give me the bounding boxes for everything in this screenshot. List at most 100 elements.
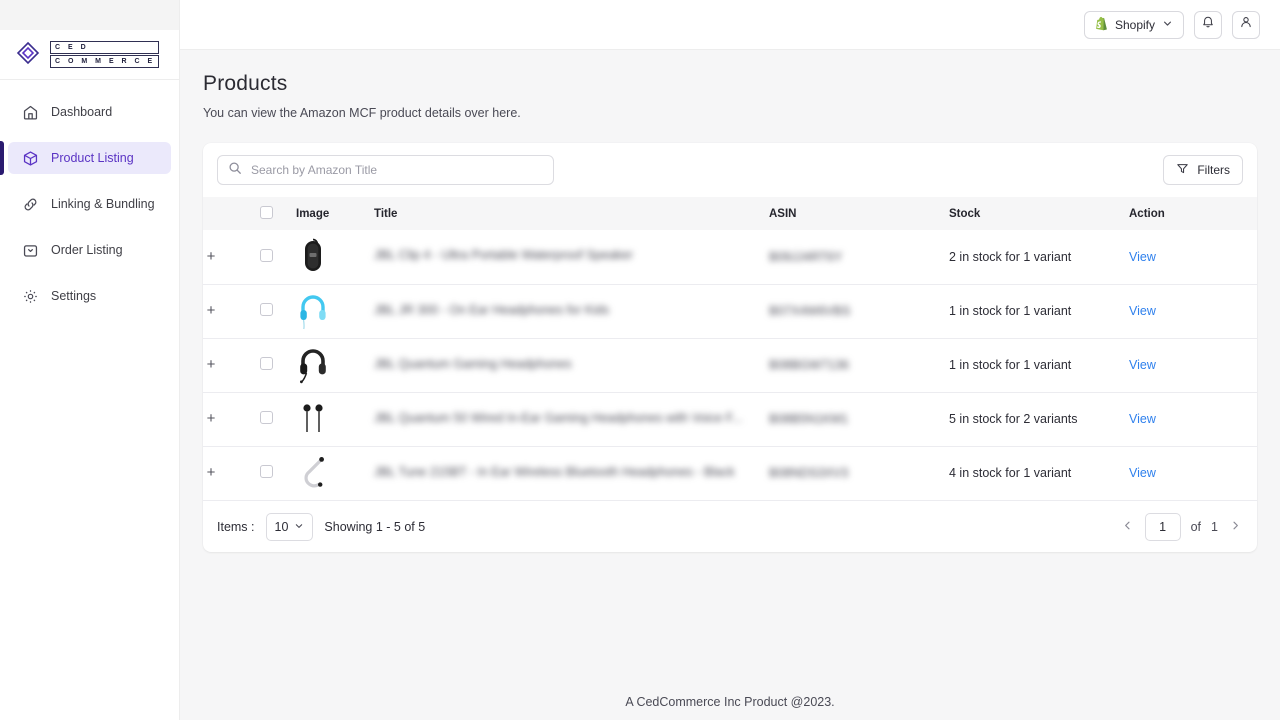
sidebar-item-dashboard[interactable]: Dashboard [8,96,171,128]
white-neckband-headphones-image [296,453,374,493]
cell-select [260,338,296,392]
product-title: JBL JR 300 - On Ear Headphones for Kids [374,302,610,317]
black-gaming-headset-image [296,345,374,385]
filters-label: Filters [1197,163,1230,177]
chevron-down-icon [1162,18,1173,32]
table-row: + [203,284,1257,338]
product-asin: B09JJ4RT6Y [769,249,843,264]
gear-icon [22,288,39,305]
product-stock: 1 in stock for 1 variant [949,304,1072,318]
filters-button[interactable]: Filters [1163,155,1243,185]
logo-line-1: C E D [50,41,160,54]
cell-expand: + [203,446,260,500]
th-asin: ASIN [769,197,949,230]
black-wired-earbuds-image [296,399,374,439]
notifications-button[interactable] [1194,10,1222,39]
chevron-right-icon[interactable] [1228,519,1243,534]
search-icon [228,161,242,180]
row-checkbox[interactable] [260,465,273,479]
bell-icon [1201,15,1215,34]
cell-asin: B08NDS3XV3 [769,446,949,500]
cell-asin: B09JJ4RT6Y [769,230,949,284]
items-per-page-select[interactable]: 10 [265,512,314,541]
cell-image [296,338,374,392]
sidebar-item-settings[interactable]: Settings [8,280,171,312]
cell-action: View [1129,338,1257,392]
sidebar-item-linking-bundling[interactable]: Linking & Bundling [8,188,171,220]
cell-title: JBL Tune 215BT - In Ear Wireless Bluetoo… [374,446,769,500]
products-table: Image Title ASIN Stock Action + JBL Clip… [203,197,1257,500]
sidebar-item-label: Order Listing [51,243,123,257]
sidebar-item-label: Settings [51,289,97,303]
product-stock: 5 in stock for 2 variants [949,412,1078,426]
row-checkbox[interactable] [260,248,273,262]
table-row: + [203,230,1257,284]
user-account-button[interactable] [1232,10,1260,39]
app-logo: C E D C O M M E R C E [0,30,179,80]
row-checkbox[interactable] [260,411,273,424]
search-container [217,155,554,185]
product-title: JBL Quantum 50 Wired In-Ear Gaming Headp… [374,410,743,425]
funnel-icon [1176,162,1189,178]
of-label: of [1190,519,1202,534]
cell-action: View [1129,284,1257,338]
cell-asin: B08BGW7136 [769,338,949,392]
items-label: Items : [217,519,255,534]
expand-row-button[interactable]: + [203,249,219,264]
logo-wordmark: C E D C O M M E R C E [50,41,160,68]
view-product-link[interactable]: View [1129,466,1156,480]
view-product-link[interactable]: View [1129,250,1156,264]
cell-image [296,230,374,284]
cell-title: JBL Quantum 50 Wired In-Ear Gaming Headp… [374,392,769,446]
th-select-all [260,197,296,230]
home-icon [22,104,39,121]
cell-asin: B07X4W6VBS [769,284,949,338]
table-header: Image Title ASIN Stock Action [203,197,1257,230]
view-product-link[interactable]: View [1129,304,1156,318]
page-title: Products [203,72,288,95]
cell-title: JBL JR 300 - On Ear Headphones for Kids [374,284,769,338]
row-checkbox[interactable] [260,303,273,316]
cell-expand: + [203,230,260,284]
view-product-link[interactable]: View [1129,358,1156,372]
cell-stock: 2 in stock for 1 variant [949,230,1129,284]
sidebar-item-label: Dashboard [51,105,113,119]
table-header-row: Image Title ASIN Stock Action [203,197,1257,230]
view-product-link[interactable]: View [1129,412,1156,426]
items-per-page-value: 10 [274,519,289,534]
chevron-left-icon[interactable] [1120,519,1135,534]
ced-commerce-logo-icon [14,41,42,69]
cell-action: View [1129,392,1257,446]
sidebar-item-label: Product Listing [51,151,134,165]
page-subtitle: You can view the Amazon MCF product deta… [203,106,521,120]
black-portable-speaker-image [296,237,374,277]
page-number-input[interactable] [1144,512,1181,541]
cell-action: View [1129,446,1257,500]
product-asin: B07X4W6VBS [769,304,851,318]
cell-expand: + [203,392,260,446]
user-icon [1239,15,1253,34]
cell-select [260,284,296,338]
expand-row-button[interactable]: + [203,303,219,318]
footer-text: A CedCommerce Inc Product @2023. [625,695,835,709]
shopify-store-selector[interactable]: Shopify [1083,10,1184,39]
sidebar-item-product-listing[interactable]: Product Listing [0,141,171,175]
expand-row-button[interactable]: + [203,465,219,480]
cell-expand: + [203,284,260,338]
row-checkbox[interactable] [260,357,273,370]
product-stock: 1 in stock for 1 variant [949,358,1072,372]
logo-line-2: C O M M E R C E [50,55,160,68]
link-icon [22,196,39,213]
search-input[interactable] [251,163,543,177]
expand-row-button[interactable]: + [203,411,219,426]
showing-range-text: Showing 1 - 5 of 5 [324,519,426,534]
cell-asin: B08B5N1KM1 [769,392,949,446]
th-expand [203,197,260,230]
sidebar-item-order-listing[interactable]: Order Listing [8,234,171,266]
expand-row-button[interactable]: + [203,357,219,372]
select-all-checkbox[interactable] [260,205,273,219]
sidebar-item-label: Linking & Bundling [51,197,155,211]
th-action: Action [1129,197,1257,230]
cell-expand: + [203,338,260,392]
cell-image [296,284,374,338]
